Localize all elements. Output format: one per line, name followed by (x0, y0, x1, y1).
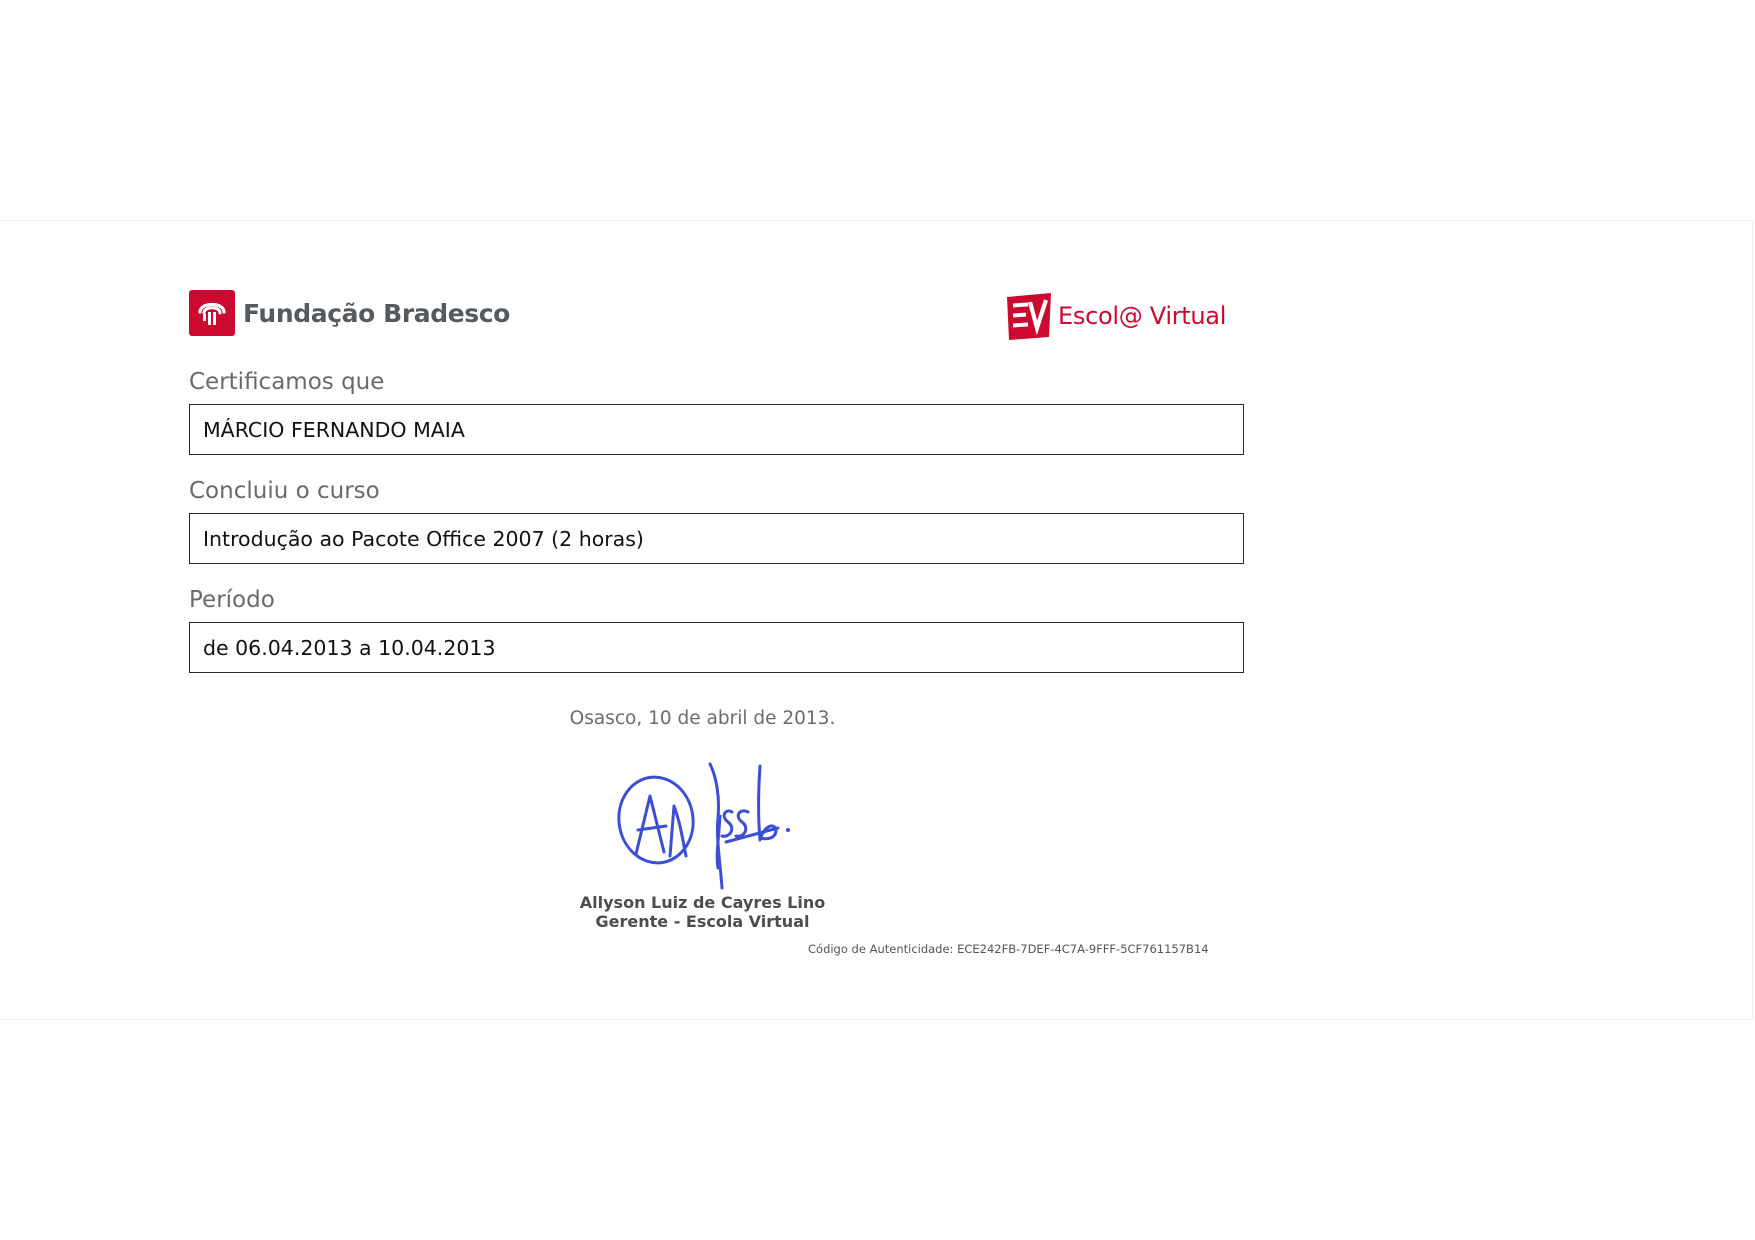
signer-name: Allyson Luiz de Cayres Lino (579, 893, 826, 912)
left-brand-name: Fundação Bradesco (243, 298, 510, 328)
student-name-value: MÁRCIO FERNANDO MAIA (203, 417, 465, 442)
course-value: Introdução ao Pacote Office 2007 (2 hora… (203, 526, 644, 551)
handwritten-signature (608, 756, 808, 900)
period-label: Período (189, 587, 275, 613)
certify-label: Certificamos que (189, 369, 385, 395)
bradesco-tree-icon (189, 290, 235, 336)
fundacao-bradesco-logo: Fundação Bradesco (189, 290, 510, 336)
period-value: de 06.04.2013 a 10.04.2013 (203, 635, 496, 660)
certificate-panel (0, 220, 1753, 1020)
signer-role: Gerente - Escola Virtual (595, 912, 810, 931)
course-label: Concluiu o curso (189, 478, 380, 504)
right-brand-name: Escol@ Virtual (1058, 302, 1227, 330)
period-field: de 06.04.2013 a 10.04.2013 (189, 622, 1244, 673)
escola-virtual-logo: Escol@ Virtual (1004, 290, 1226, 342)
ev-logo-icon (1004, 291, 1054, 341)
authenticity-code: Código de Autenticidade: ECE242FB-7DEF-4… (808, 942, 1209, 956)
student-name-field: MÁRCIO FERNANDO MAIA (189, 404, 1244, 455)
course-field: Introdução ao Pacote Office 2007 (2 hora… (189, 513, 1244, 564)
signer-block: Allyson Luiz de Cayres Lino Gerente - Es… (530, 893, 875, 931)
place-date: Osasco, 10 de abril de 2013. (569, 708, 836, 729)
